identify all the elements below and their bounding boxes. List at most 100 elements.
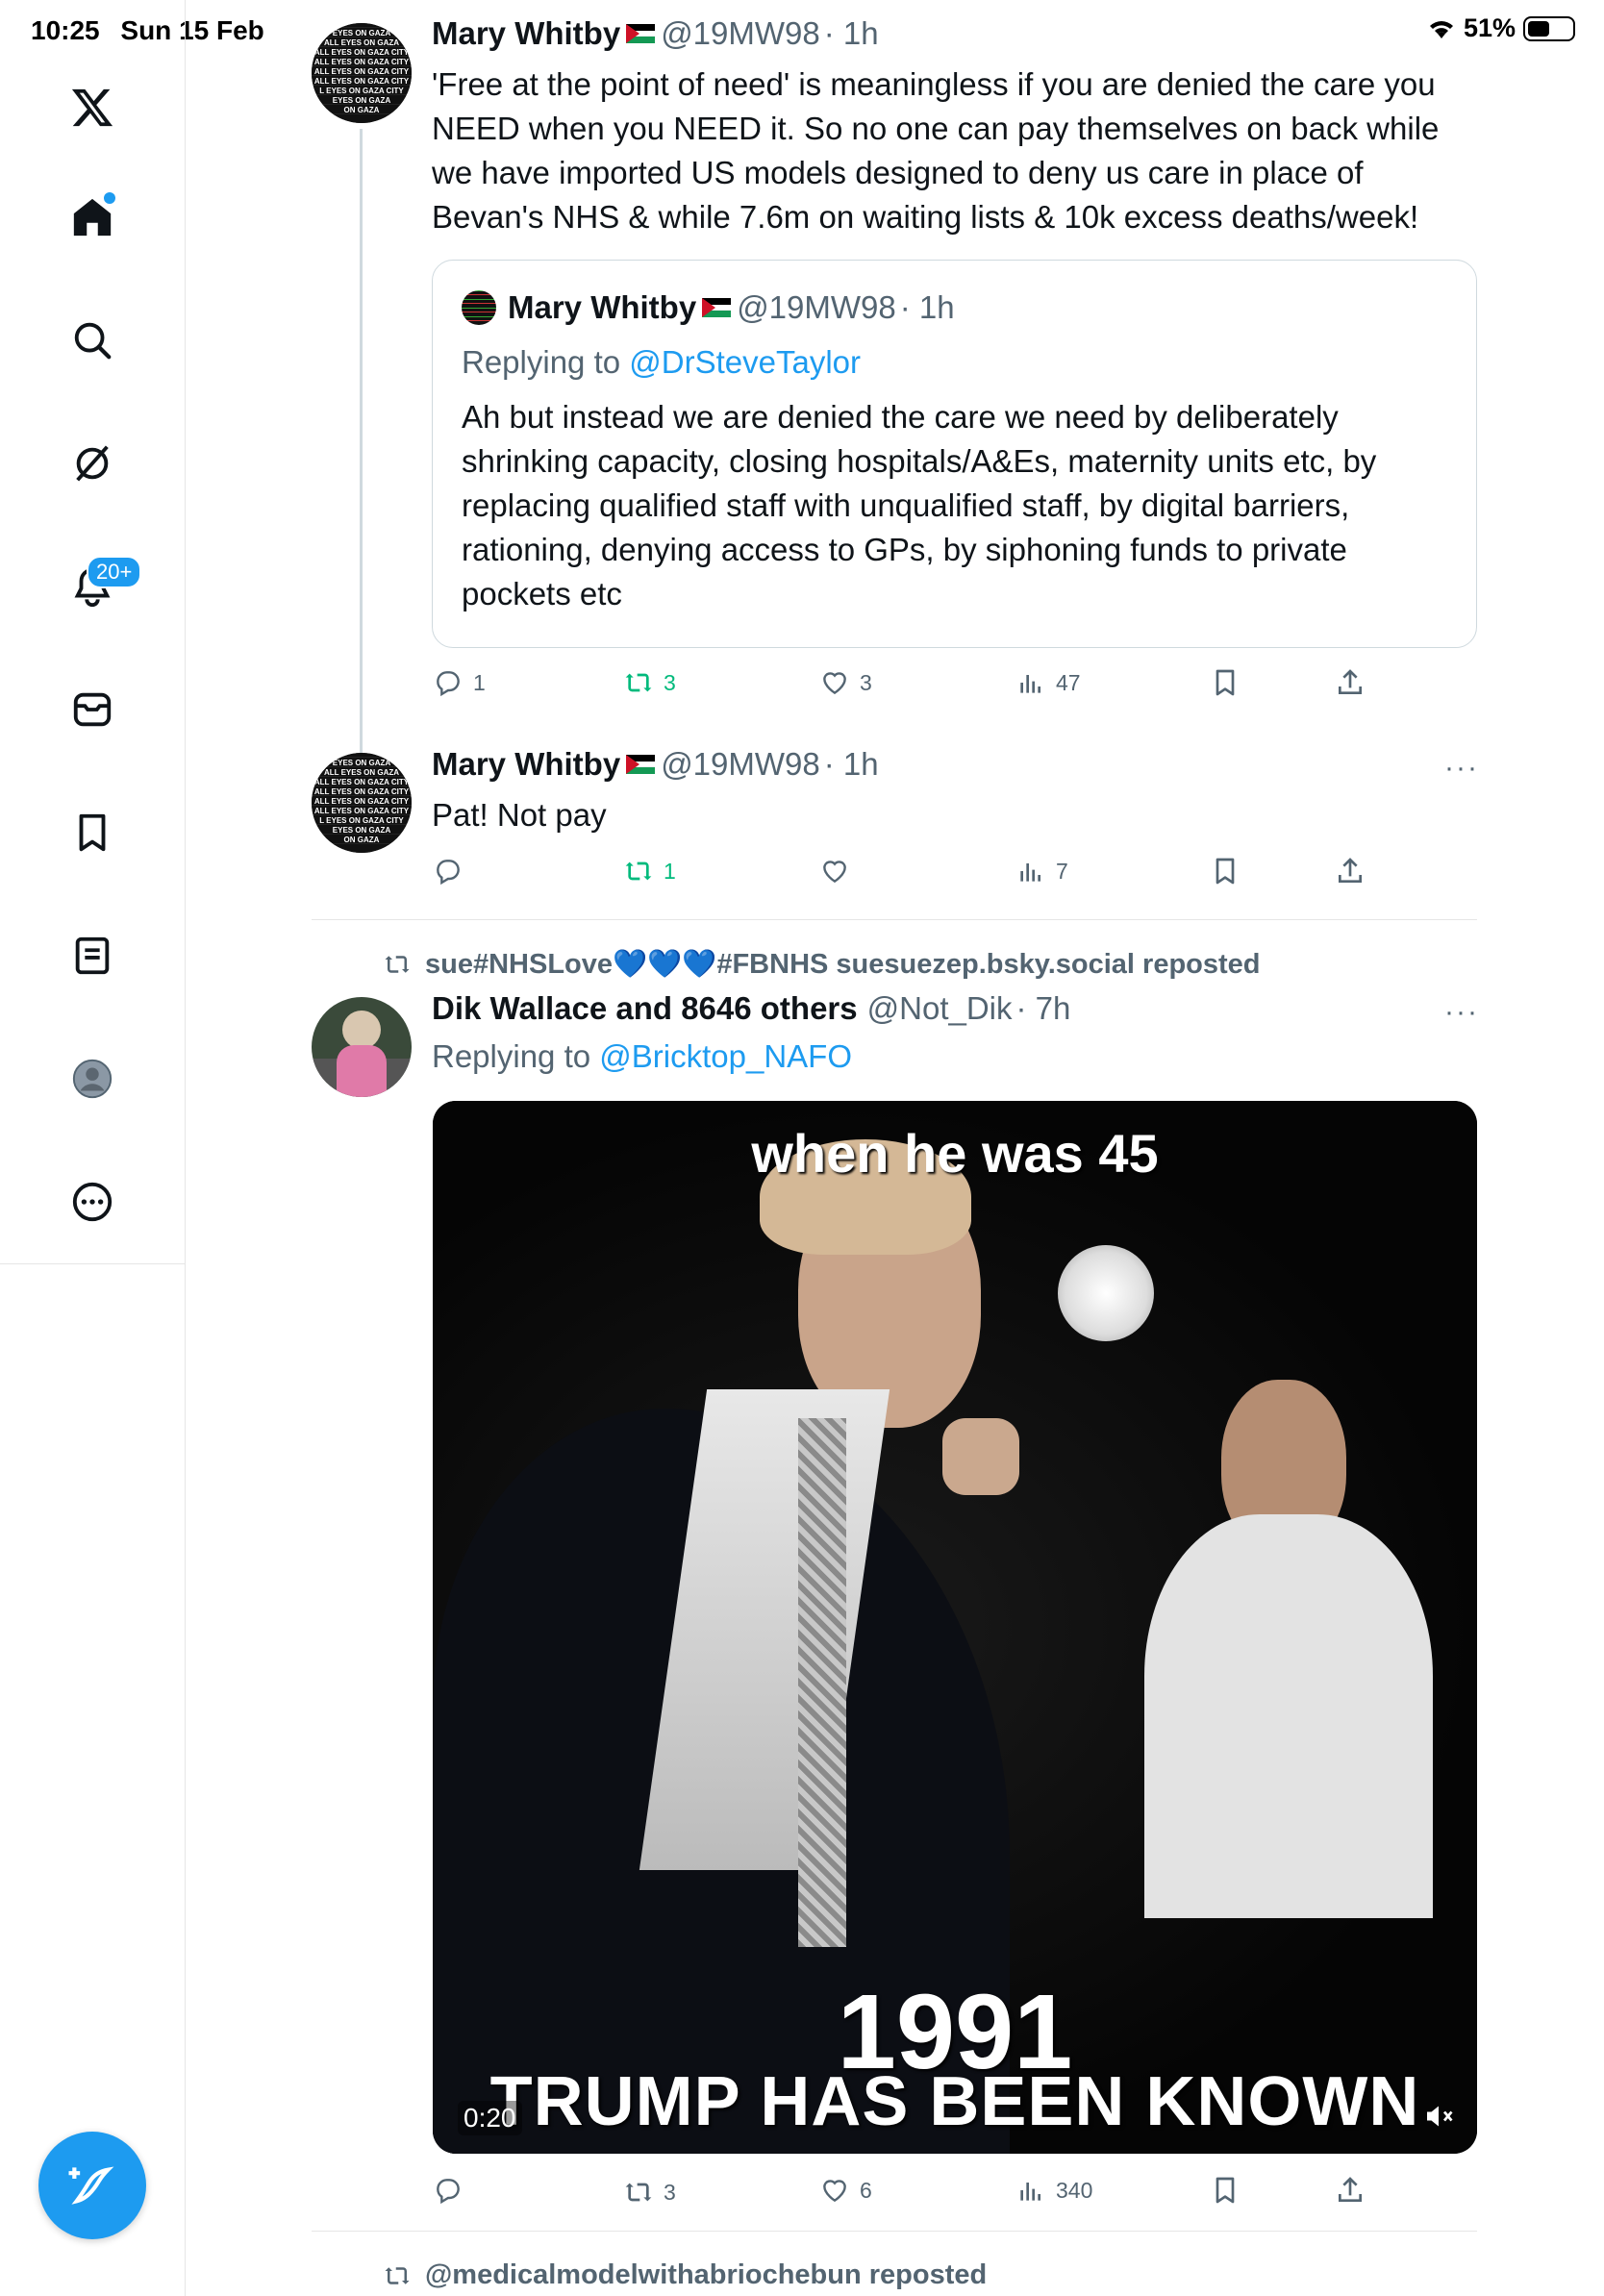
like-button[interactable]: 6 [819,2175,872,2206]
avatar[interactable] [312,997,412,1097]
more-options-icon[interactable]: ··· [1444,752,1479,785]
replying-to-link[interactable]: @DrSteveTaylor [629,344,861,380]
repost-count: 3 [664,2179,676,2205]
tweet-time: · 7h [1015,990,1071,1026]
repost-count: 1 [664,858,676,884]
display-name[interactable]: Mary Whitby [432,746,620,783]
share-button[interactable] [1335,667,1366,698]
tweet-header: Mary Whitby @19MW98 · 1h [432,15,879,52]
avatar[interactable]: EYES ON GAZA ALL EYES ON GAZA ALL EYES ON … [312,23,412,123]
compose-button[interactable] [38,2132,146,2239]
view-count: 47 [1056,669,1081,695]
tweet-divider [312,919,1477,920]
quote-display-name: Mary Whitby [508,289,697,325]
user-handle[interactable]: @19MW98 [661,15,820,52]
palestine-flag-icon [626,24,656,43]
avatar[interactable]: EYES ON GAZA ALL EYES ON GAZA ALL EYES ON … [312,753,412,853]
bookmark-button[interactable] [1210,856,1241,886]
views-button[interactable]: 47 [1015,667,1081,698]
palestine-flag-icon [626,755,656,774]
like-count: 6 [860,2177,872,2203]
share-icon [1339,669,1362,694]
like-count: 3 [860,669,872,695]
tweet-text: Pat! Not pay [432,797,607,833]
like-button[interactable] [819,856,860,886]
status-indicators: 51% [1427,13,1575,43]
repost-context[interactable]: @medicalmodelwithabriochebun reposted [383,2259,987,2291]
sidebar-nav: 20+ [0,0,186,1264]
bookmark-icon [1216,669,1235,696]
reply-icon [437,2179,460,2205]
tweet-divider [312,2231,1477,2232]
share-button[interactable] [1335,2175,1366,2206]
grok-icon[interactable] [63,435,121,492]
views-button[interactable]: 340 [1015,2175,1092,2206]
video-caption-bottom: TRUMP HAS BEEN KNOWN [489,2063,1420,2140]
quoted-tweet[interactable]: Mary Whitby @19MW98 · 1h Replying to @Dr… [432,260,1477,648]
repost-icon [625,673,652,692]
home-unread-dot [104,192,115,204]
bookmark-icon [1216,2177,1235,2204]
profile-icon[interactable] [63,1050,121,1108]
replying-to-label: Replying to [462,344,630,380]
repost-button[interactable]: 1 [623,856,676,886]
view-count: 340 [1056,2177,1093,2203]
bookmark-button[interactable] [1210,2175,1241,2206]
share-icon [1339,2177,1362,2202]
more-icon[interactable] [63,1173,121,1231]
user-handle[interactable]: @Not_Dik [867,990,1013,1027]
reply-icon [437,860,460,886]
reply-icon [437,671,460,697]
mute-icon[interactable] [1421,2099,1456,2134]
display-name[interactable]: Mary Whitby [432,15,620,52]
user-handle[interactable]: @19MW98 [661,746,820,783]
reply-button[interactable] [433,856,473,886]
repost-icon [625,861,652,881]
repost-count: 3 [664,669,676,695]
battery-percent: 51% [1463,13,1516,42]
lists-icon[interactable] [63,927,121,985]
quote-replying-line: Replying to @DrSteveTaylor [462,344,861,381]
views-button[interactable]: 7 [1015,856,1068,886]
bookmark-icon [1216,858,1235,885]
home-icon[interactable] [63,188,121,246]
display-name[interactable]: Dik Wallace and 8646 others [432,990,858,1027]
repost-button[interactable]: 3 [623,667,676,698]
reply-button[interactable]: 1 [433,667,486,698]
quote-time: · 1h [899,289,955,325]
bookmark-button[interactable] [1210,667,1241,698]
wifi-icon [1429,20,1453,38]
reposted-by-label: sue#NHSLove💙💙💙#FBNHS suesuezep.bsky.soci… [425,949,1261,980]
repost-icon [385,2266,410,2284]
search-icon[interactable] [63,312,121,369]
tweet-time: · 1h [823,15,879,51]
heart-icon [823,2180,846,2203]
heart-icon [823,672,846,695]
repost-button[interactable]: 3 [623,2177,676,2208]
palestine-flag-icon [702,298,732,317]
repost-icon [385,956,410,973]
views-icon [1020,675,1040,693]
sidebar-divider [185,1264,186,2296]
bookmarks-icon[interactable] [63,804,121,861]
replying-to-link[interactable]: @Bricktop_NAFO [599,1038,852,1074]
video-player[interactable]: when he was 45 1991 TRUMP HAS BEEN KNOWN… [433,1101,1477,2154]
view-count: 7 [1056,858,1068,884]
messages-icon[interactable] [63,681,121,738]
tweet-header: Mary Whitby @19MW98 · 1h [432,746,879,783]
replying-to-label: Replying to [432,1038,600,1074]
like-button[interactable]: 3 [819,667,872,698]
heart-icon [823,861,846,884]
more-options-icon[interactable]: ··· [1444,996,1479,1029]
share-button[interactable] [1335,856,1366,886]
repost-context[interactable]: sue#NHSLove💙💙💙#FBNHS suesuezep.bsky.soci… [383,948,1261,981]
views-icon [1020,2183,1040,2201]
reposted-by-label: @medicalmodelwithabriochebun reposted [425,2259,988,2290]
x-logo-icon[interactable] [63,79,121,137]
reply-button[interactable] [433,2175,473,2206]
video-caption-top: when he was 45 [751,1123,1159,1184]
reply-count: 1 [473,669,486,695]
quote-avatar [462,290,496,325]
share-icon [1339,858,1362,883]
tweet-time: · 1h [823,746,879,782]
